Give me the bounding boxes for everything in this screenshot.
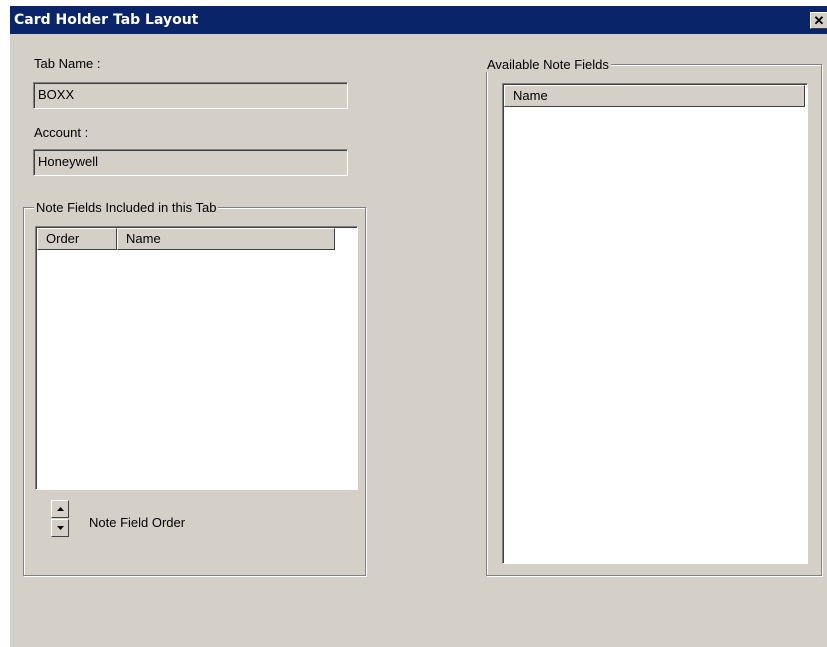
available-fields-header: Name (504, 85, 805, 107)
column-header-name[interactable]: Name (117, 228, 335, 250)
included-fields-group: Note Fields Included in this Tab Order N… (23, 200, 366, 576)
arrow-up-icon (56, 507, 64, 511)
account-value: Honeywell (38, 154, 98, 169)
available-fields-group-label: Available Note Fields (485, 57, 611, 72)
account-label: Account : (34, 125, 89, 140)
account-field[interactable]: Honeywell (33, 149, 348, 176)
tab-name-field[interactable]: BOXX (33, 82, 348, 109)
included-fields-list[interactable]: Order Name (35, 226, 358, 490)
included-fields-header: Order Name (37, 228, 335, 250)
available-fields-list[interactable]: Name (502, 83, 808, 564)
arrow-down-icon (56, 526, 64, 530)
close-icon: ✕ (813, 13, 825, 28)
included-fields-group-label: Note Fields Included in this Tab (34, 200, 219, 215)
column-header-order[interactable]: Order (37, 228, 117, 250)
column-header-name[interactable]: Name (504, 85, 805, 107)
tab-name-label: Tab Name : (34, 56, 101, 71)
note-field-order-label: Note Field Order (89, 515, 186, 530)
title-bar[interactable]: Card Holder Tab Layout ✕ (10, 6, 827, 34)
close-button[interactable]: ✕ (810, 12, 827, 29)
move-down-button[interactable] (51, 519, 69, 537)
tab-name-value: BOXX (38, 87, 75, 102)
move-up-button[interactable] (51, 500, 69, 518)
dialog-window: Card Holder Tab Layout ✕ Tab Name : BOXX… (9, 6, 827, 647)
window-title: Card Holder Tab Layout (14, 12, 199, 28)
available-fields-group: Available Note Fields Name (485, 57, 822, 576)
